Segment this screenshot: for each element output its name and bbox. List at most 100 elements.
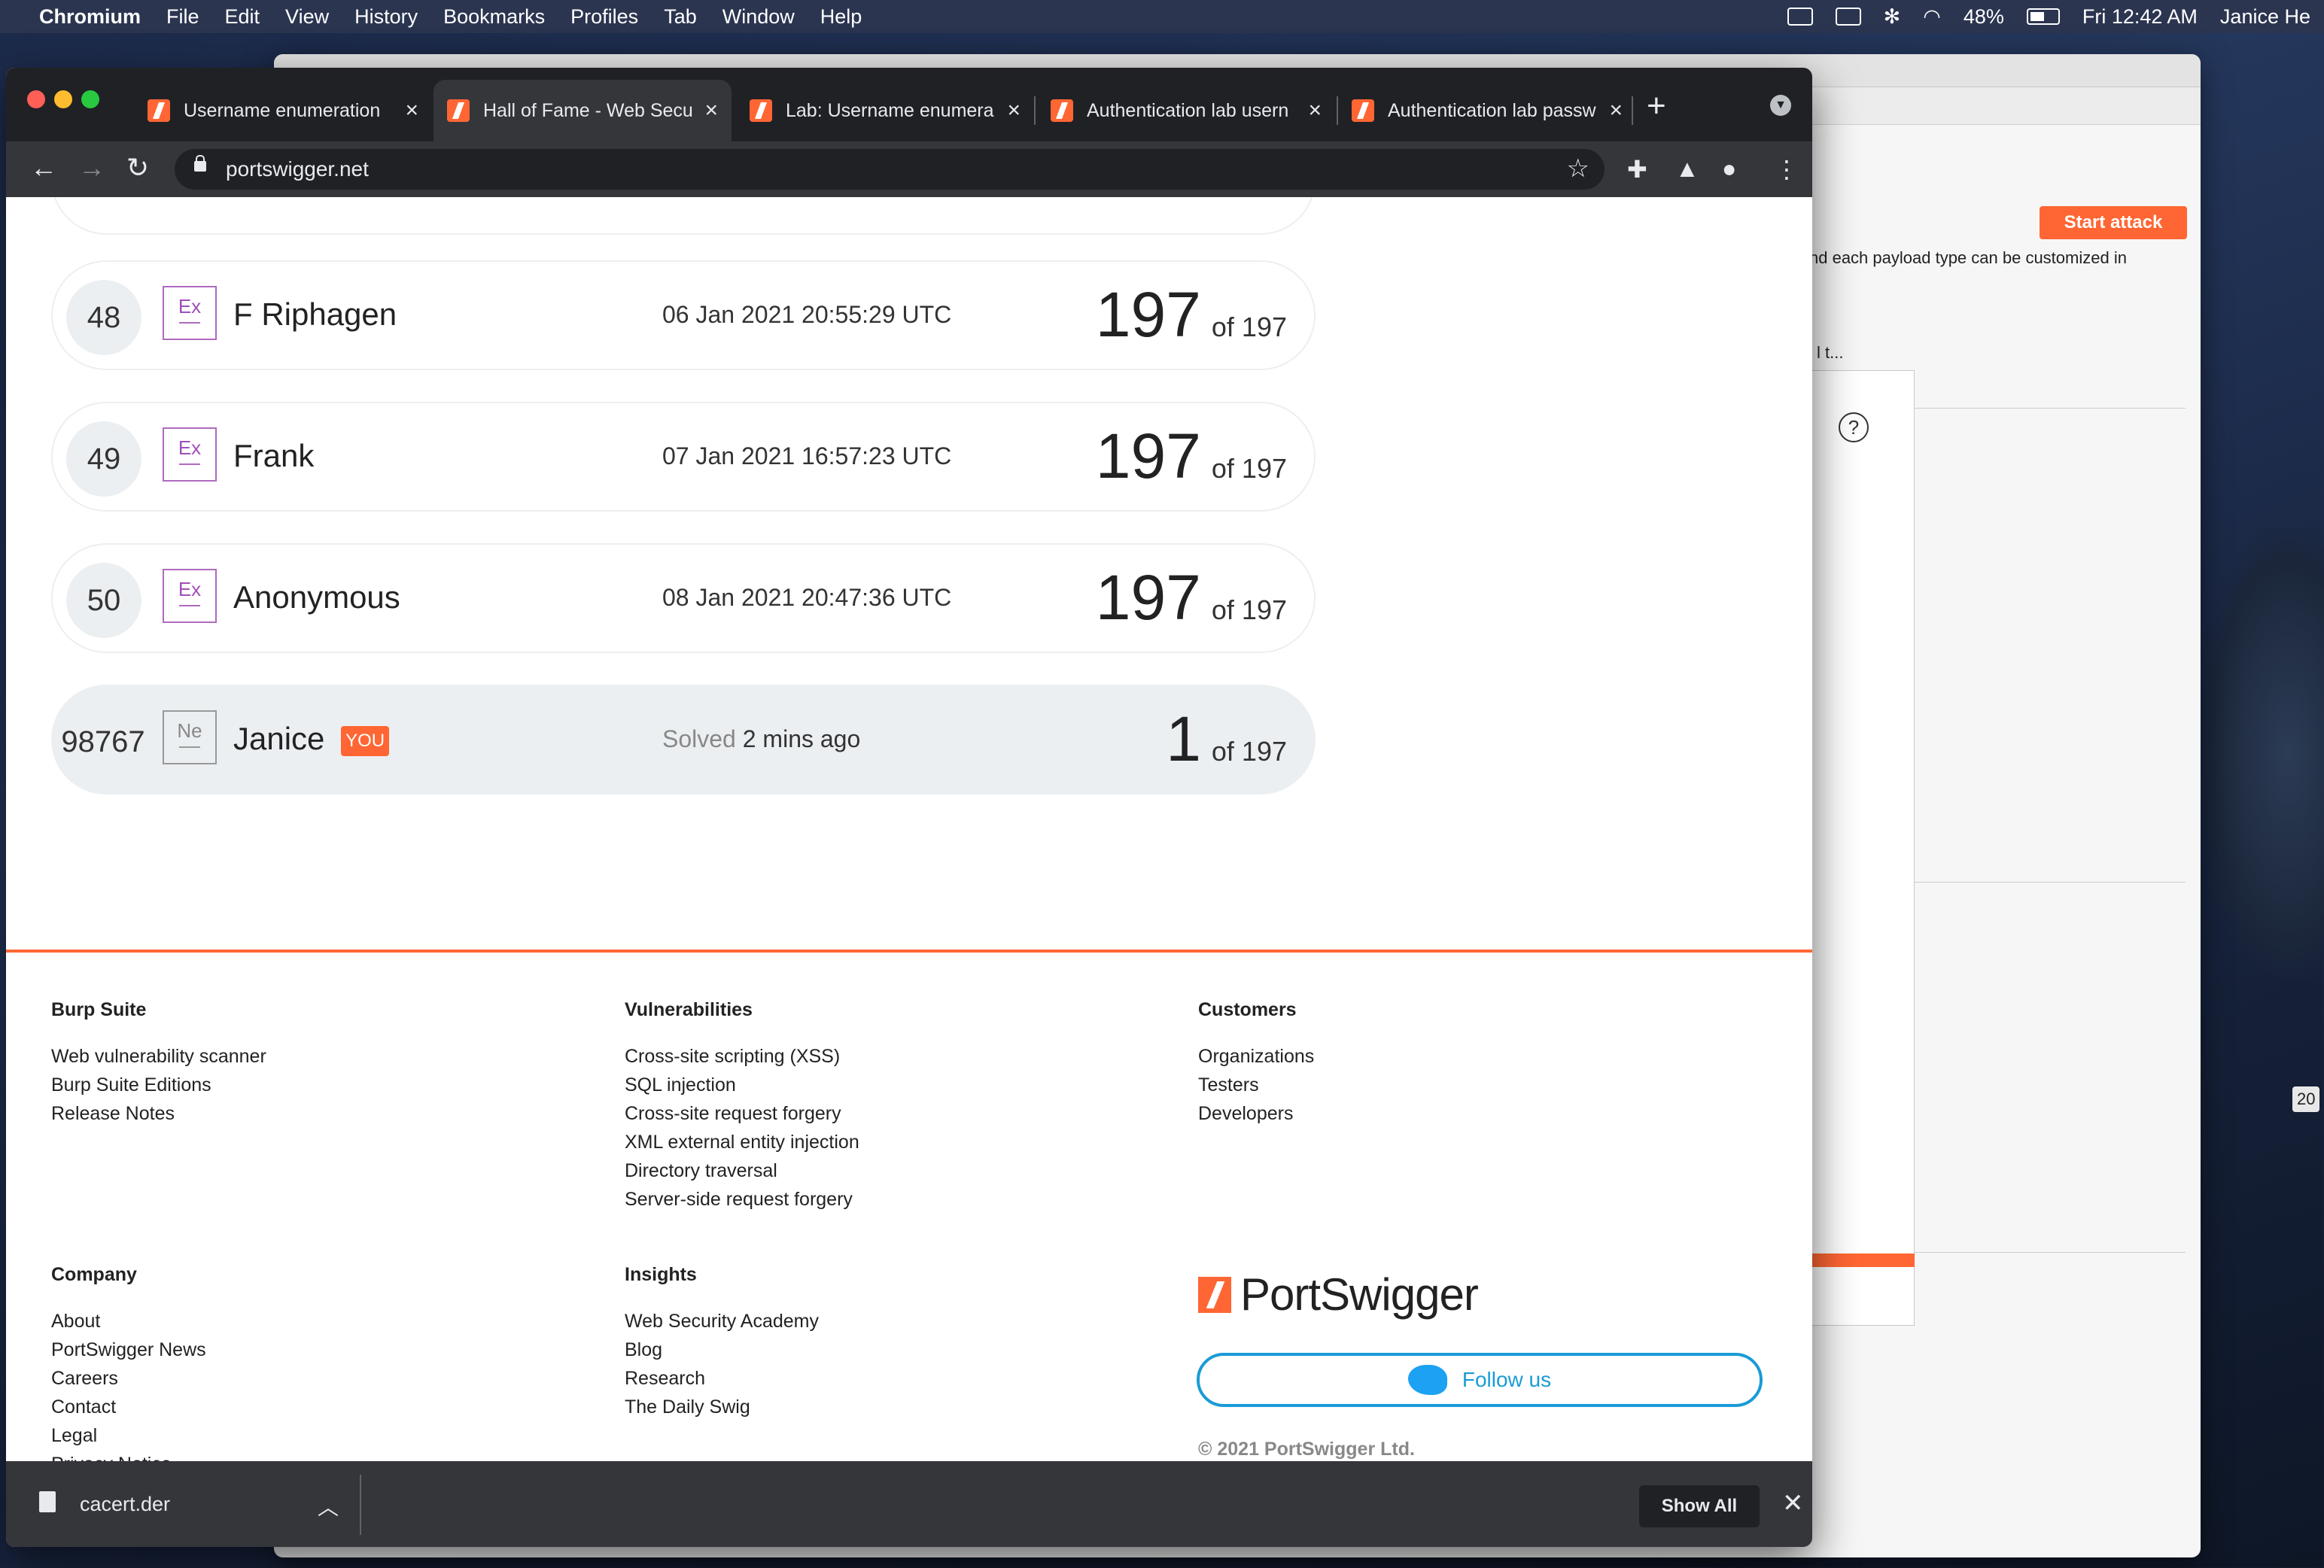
zoom-window-button[interactable] [81,90,99,108]
menu-window[interactable]: Window [722,5,795,29]
tab-close-icon[interactable]: × [704,98,718,123]
footer-link[interactable]: Organizations [1198,1042,1314,1071]
portswigger-logo[interactable]: PortSwigger [1198,1269,1479,1320]
forward-icon[interactable]: → [78,152,105,184]
footer-link[interactable]: XML external entity injection [625,1128,859,1156]
footer-link[interactable]: Web Security Academy [625,1307,819,1336]
footer-link[interactable]: PortSwigger News [51,1336,206,1364]
footer-link[interactable]: Developers [1198,1099,1314,1128]
score-total: of 197 [1211,594,1287,625]
more-menu-icon[interactable]: ⋮ [1775,155,1799,184]
profile-avatar-icon[interactable]: ● [1722,155,1736,183]
tab-hall-of-fame[interactable]: Hall of Fame - Web Secu × [433,80,732,141]
footer-link[interactable]: Research [625,1364,819,1393]
back-icon[interactable]: ← [30,152,57,184]
footer-col-vulnerabilities: Vulnerabilities Cross-site scripting (XS… [625,999,859,1214]
player-name: Janice YOU [233,721,390,757]
footer-heading: Customers [1198,999,1297,1020]
new-tab-icon[interactable]: + [1647,87,1666,125]
reload-icon[interactable]: ↻ [126,152,149,184]
footer-link[interactable]: Blog [625,1336,819,1364]
footer-link[interactable]: Web vulnerability scanner [51,1042,266,1071]
expert-badge-icon: Ex [163,427,217,482]
tab-close-icon[interactable]: × [1007,98,1021,123]
footer-link[interactable]: SQL injection [625,1071,859,1099]
menu-user[interactable]: Janice He [2220,5,2310,29]
solved-when: 2 mins ago [742,725,861,752]
burp-progress-bar [1809,1253,1915,1267]
battery-icon[interactable] [2026,8,2060,25]
menu-edit[interactable]: Edit [225,5,260,29]
menu-tab[interactable]: Tab [664,5,697,29]
rank-number: 48 [66,280,141,355]
footer-link[interactable]: Release Notes [51,1099,266,1128]
score-value: 1 [1166,703,1201,774]
portswigger-favicon-icon [148,99,170,122]
menu-help[interactable]: Help [820,5,862,29]
tab-search-icon[interactable]: ▼ [1770,95,1791,116]
menu-file[interactable]: File [166,5,199,29]
footer-link[interactable]: The Daily Swig [625,1393,819,1421]
score-total: of 197 [1211,736,1287,767]
footer-link[interactable]: Directory traversal [625,1156,859,1185]
footer-link[interactable]: Cross-site scripting (XSS) [625,1042,859,1071]
tab-label: Hall of Fame - Web Secu [483,99,693,121]
leaderboard-row: 49 Ex Frank 07 Jan 2021 16:57:23 UTC 197… [51,402,1316,512]
close-icon[interactable]: ✕ [1782,1488,1804,1518]
labs-flask-icon[interactable]: ▲ [1675,155,1699,183]
follow-us-button[interactable]: Follow us [1197,1353,1763,1407]
follow-us-label: Follow us [1462,1368,1552,1391]
footer-divider [6,950,1812,953]
video-icon[interactable] [1787,8,1813,26]
tab-username-enumeration[interactable]: Username enumeration × [134,80,432,141]
menu-clock[interactable]: Fri 12:42 AM [2082,5,2198,29]
url-text[interactable]: portswigger.net [226,157,369,181]
leaderboard-row: 48 Ex F Riphagen 06 Jan 2021 20:55:29 UT… [51,260,1316,370]
bookmark-star-icon[interactable]: ☆ [1567,153,1589,184]
footer-link[interactable]: Cross-site request forgery [625,1099,859,1128]
help-icon[interactable]: ? [1839,412,1869,442]
tab-close-icon[interactable]: × [1609,98,1623,123]
footer-link[interactable]: Testers [1198,1071,1314,1099]
burp-payload-panel[interactable] [1809,370,1915,1326]
footer-link[interactable]: About [51,1307,206,1336]
bluetooth-icon[interactable]: ✻ [1884,5,1901,29]
menu-view[interactable]: View [285,5,329,29]
tab-authentication-lab-username[interactable]: Authentication lab usern × [1037,80,1335,141]
extensions-icon[interactable]: ✚ [1627,155,1647,184]
score-value: 197 [1095,279,1201,350]
footer-link[interactable]: Legal [51,1421,206,1450]
score: 1 of 197 [1166,703,1287,776]
show-all-button[interactable]: Show All [1639,1485,1760,1527]
rank-number: 50 [66,563,141,638]
footer-heading: Company [51,1264,137,1285]
footer-col-company: Company About PortSwigger News Careers C… [51,1264,206,1478]
macos-menu-bar: Chromium File Edit View History Bookmark… [0,0,2324,33]
footer-link[interactable]: Server-side request forgery [625,1185,859,1214]
footer-link[interactable]: Contact [51,1393,206,1421]
menu-bookmarks[interactable]: Bookmarks [443,5,545,29]
score: 197 of 197 [1096,420,1287,493]
footer-link[interactable]: Careers [51,1364,206,1393]
portswigger-favicon-icon [447,99,470,122]
airplay-icon[interactable] [1835,8,1861,26]
lock-icon[interactable] [194,155,206,172]
tab-lab-username-enumeration[interactable]: Lab: Username enumera × [736,80,1034,141]
start-attack-button[interactable]: Start attack [2040,206,2187,239]
wifi-icon[interactable]: ◠ [1923,5,1941,29]
menu-history[interactable]: History [354,5,418,29]
tab-close-icon[interactable]: × [405,98,418,123]
chevron-up-icon[interactable]: ︿ [318,1491,339,1521]
download-filename[interactable]: cacert.der [80,1493,170,1516]
footer-col-insights: Insights Web Security Academy Blog Resea… [625,1264,819,1421]
chromium-window: Username enumeration × Hall of Fame - We… [6,68,1812,1547]
address-bar[interactable]: portswigger.net ☆ [175,149,1605,190]
minimize-window-button[interactable] [54,90,72,108]
tab-authentication-lab-password[interactable]: Authentication lab passw × [1338,80,1636,141]
desktop-wallpaper-rock [2198,527,2324,978]
tab-close-icon[interactable]: × [1308,98,1322,123]
close-window-button[interactable] [27,90,45,108]
footer-link[interactable]: Burp Suite Editions [51,1071,266,1099]
menu-profiles[interactable]: Profiles [570,5,638,29]
menu-app-name[interactable]: Chromium [39,5,141,29]
